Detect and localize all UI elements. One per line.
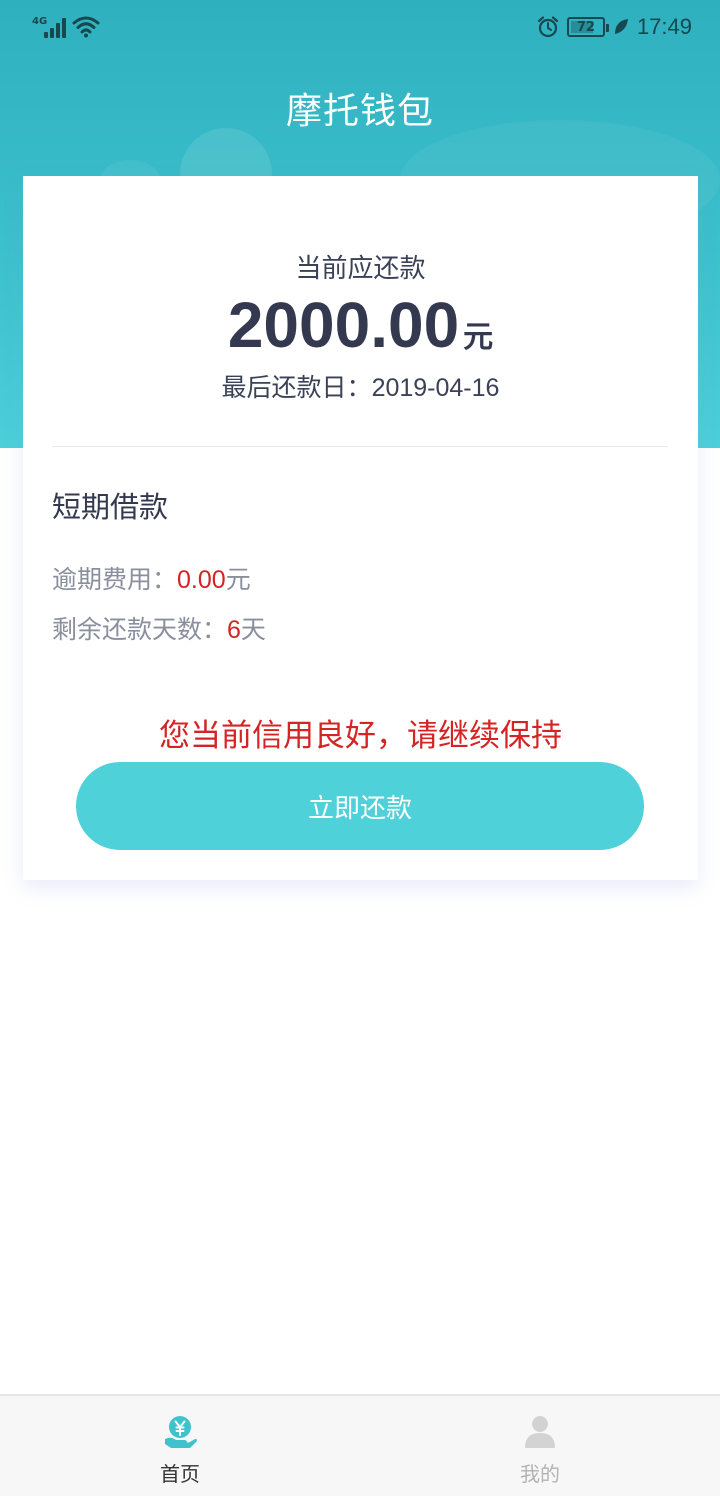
due-amount-label: 当前应还款: [295, 254, 426, 284]
remaining-days-label: 剩余还款天数：: [52, 615, 228, 644]
page-title: 摩托钱包: [285, 91, 434, 132]
user-icon: [525, 1416, 555, 1448]
due-amount-value: 2000.00: [227, 289, 460, 361]
status-right: 72 17:49: [537, 14, 692, 40]
overdue-fee-label: 逾期费用：: [52, 565, 178, 594]
yen-hand-icon: [165, 1416, 197, 1448]
alarm-icon: [537, 16, 559, 38]
repay-now-button[interactable]: 立即还款: [76, 762, 644, 850]
bottom-tab-bar: 首页 我的: [0, 1394, 720, 1496]
cell-signal-icon: 4G: [32, 14, 66, 38]
due-date-label: 最后还款日：: [221, 373, 372, 402]
wifi-icon: [72, 16, 100, 38]
overdue-fee-value: 0.00: [177, 566, 226, 594]
due-date-value: 2019-04-16: [371, 374, 500, 402]
status-bar: 4G 72 17:49: [0, 0, 720, 58]
remaining-days-unit: 天: [240, 615, 266, 644]
overdue-fee-row: 逾期费用：0.00元: [52, 560, 251, 596]
tab-mine[interactable]: 我的: [360, 1396, 720, 1496]
loan-type: 短期借款: [52, 490, 169, 524]
remaining-days-value: 6: [227, 616, 241, 644]
clock: 17:49: [636, 14, 692, 39]
status-left: 4G: [32, 14, 100, 38]
tab-home-label: 首页: [160, 1462, 200, 1486]
due-amount: 2000.00 元: [23, 288, 698, 362]
tab-home[interactable]: 首页: [0, 1396, 360, 1496]
remaining-days-row: 剩余还款天数：6天: [52, 610, 266, 646]
battery-icon: 72: [566, 17, 609, 37]
network-type: 4G: [32, 16, 48, 27]
leaf-icon: [614, 19, 628, 34]
overdue-fee-unit: 元: [225, 565, 251, 594]
divider: [52, 446, 668, 447]
repayment-card: 当前应还款 2000.00 元 最后还款日：2019-04-16 短期借款 逾期费…: [23, 176, 698, 880]
due-date: 最后还款日：2019-04-16: [23, 368, 698, 404]
battery-level-text: 72: [576, 19, 595, 35]
tab-mine-label: 我的: [520, 1462, 560, 1486]
due-amount-unit: 元: [463, 320, 494, 355]
credit-status-message: 您当前信用良好，请继续保持: [159, 718, 562, 754]
